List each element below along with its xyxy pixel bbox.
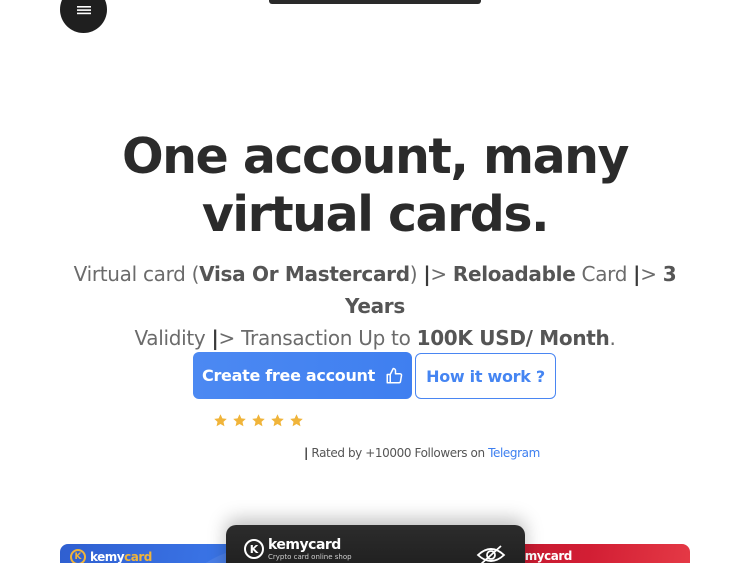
rating-text: | Rated by +10000 Followers on Telegram	[304, 446, 540, 460]
thumbs-up-icon	[386, 367, 403, 383]
eye-off-icon[interactable]	[476, 545, 506, 563]
card-brand-block: kemycard Crypto card online shop	[268, 537, 352, 561]
telegram-link[interactable]: Telegram	[488, 446, 540, 460]
subtitle-transaction-limit: 100K USD/ Month	[416, 326, 610, 350]
menu-button[interactable]	[60, 0, 107, 33]
card-logo: K kemycard Crypto card online shop	[244, 537, 352, 561]
star-icon	[233, 414, 246, 427]
subtitle-reloadable: Reloadable	[452, 262, 576, 286]
rating-stars	[213, 413, 304, 428]
card-tagline: Crypto card online shop	[268, 553, 352, 561]
subtitle-card-type: Visa Or Mastercard	[199, 262, 410, 286]
subtitle-text: Transaction Up to	[235, 326, 417, 350]
hamburger-menu-icon	[76, 5, 91, 14]
subtitle-arrow: >	[218, 326, 236, 350]
star-icon	[271, 414, 284, 427]
subtitle-text: Card	[575, 262, 634, 286]
subtitle-text: .	[609, 326, 616, 350]
hero-title: One account, many virtual cards.	[122, 128, 629, 243]
subtitle-arrow: >	[430, 262, 447, 286]
how-it-works-label: How it work ?	[426, 366, 545, 386]
subtitle-text: Validity	[134, 326, 212, 350]
brand-k-logo: K	[244, 539, 264, 559]
subtitle-text: Virtual card (	[73, 262, 200, 286]
subtitle-separator: |	[211, 326, 219, 350]
create-account-label: Create free account	[202, 366, 375, 385]
how-it-works-button[interactable]: How it work ?	[415, 353, 556, 399]
rating-label: Rated by +10000 Followers on	[307, 446, 489, 460]
star-icon	[252, 414, 265, 427]
create-account-button[interactable]: Create free account	[193, 352, 412, 399]
card-brand-name: kemycard	[268, 537, 341, 553]
subtitle-text: )	[409, 262, 424, 286]
virtual-card-dark: K kemycard Crypto card online shop	[226, 525, 525, 563]
subtitle-arrow: >	[640, 262, 657, 286]
hero-subtitle: Virtual card (Visa Or Mastercard) |> Rel…	[55, 258, 695, 354]
star-icon	[290, 414, 303, 427]
star-icon	[214, 414, 227, 427]
top-banner-strip	[269, 0, 481, 4]
